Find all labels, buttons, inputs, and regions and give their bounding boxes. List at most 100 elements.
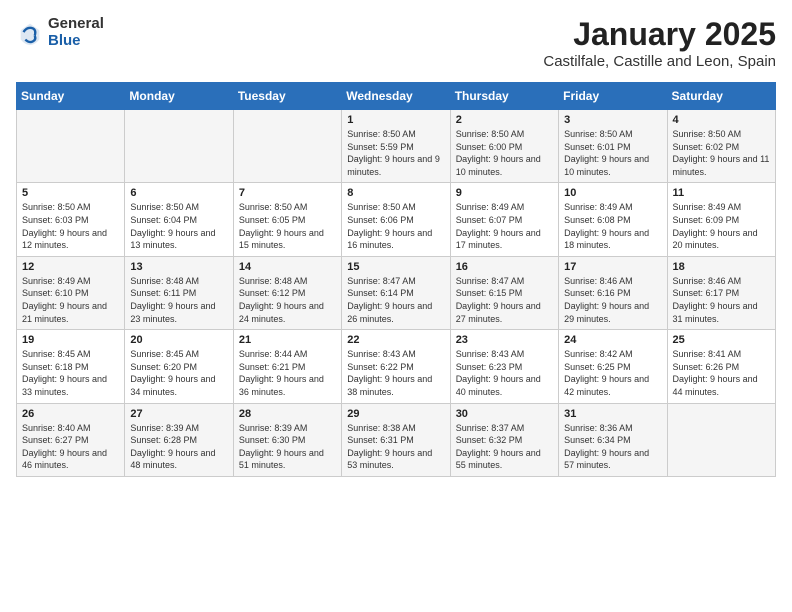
day-cell: 30Sunrise: 8:37 AMSunset: 6:32 PMDayligh… <box>450 403 558 476</box>
day-number: 24 <box>564 334 661 346</box>
day-cell: 24 Sunrise: 8:42 AMSunset: 6:25 PMDayligh… <box>559 330 667 403</box>
day-cell: 13 Sunrise: 8:48 AMSunset: 6:11 PMDayligh… <box>125 256 233 329</box>
day-info: Sunrise: 8:50 AMSunset: 6:02 PMDaylight:… <box>673 128 770 178</box>
day-cell: 16Sunrise: 8:47 AMSunset: 6:15 PMDayligh… <box>450 256 558 329</box>
day-number: 15 <box>347 261 444 273</box>
day-info: Sunrise: 8:50 AMSunset: 5:59 PMDaylight:… <box>347 128 444 178</box>
day-info: Sunrise: 8:48 AMSunset: 6:11 PMDaylight:… <box>130 275 227 325</box>
day-number: 22 <box>347 334 444 346</box>
day-cell: 31Sunrise: 8:36 AMSunset: 6:34 PMDayligh… <box>559 403 667 476</box>
day-info: Sunrise: 8:49 AMSunset: 6:08 PMDaylight:… <box>564 201 661 251</box>
day-number: 18 <box>673 261 770 273</box>
day-number: 17 <box>564 261 661 273</box>
day-info: Sunrise: 8:42 AMSunset: 6:25 PMDaylight:… <box>564 348 661 398</box>
day-cell <box>125 110 233 183</box>
day-number: 6 <box>130 187 227 199</box>
day-cell: 28 Sunrise: 8:39 AMSunset: 6:30 PMDayligh… <box>233 403 341 476</box>
week-row-5: 26Sunrise: 8:40 AMSunset: 6:27 PMDayligh… <box>17 403 776 476</box>
day-cell: 11 Sunrise: 8:49 AMSunset: 6:09 PMDayligh… <box>667 183 775 256</box>
day-info: Sunrise: 8:48 AMSunset: 6:12 PMDaylight:… <box>239 275 336 325</box>
month-title: January 2025 <box>543 16 776 53</box>
day-number: 31 <box>564 408 661 420</box>
day-cell: 25 Sunrise: 8:41 AMSunset: 6:26 PMDayligh… <box>667 330 775 403</box>
week-row-2: 5 Sunrise: 8:50 AMSunset: 6:03 PMDaylight… <box>17 183 776 256</box>
day-cell: 23Sunrise: 8:43 AMSunset: 6:23 PMDayligh… <box>450 330 558 403</box>
day-info: Sunrise: 8:37 AMSunset: 6:32 PMDaylight:… <box>456 422 553 472</box>
weekday-header-tuesday: Tuesday <box>233 83 341 110</box>
day-cell: 17 Sunrise: 8:46 AMSunset: 6:16 PMDayligh… <box>559 256 667 329</box>
day-info: Sunrise: 8:39 AMSunset: 6:30 PMDaylight:… <box>239 422 336 472</box>
day-info: Sunrise: 8:50 AMSunset: 6:06 PMDaylight:… <box>347 201 444 251</box>
day-number: 8 <box>347 187 444 199</box>
day-info: Sunrise: 8:45 AMSunset: 6:20 PMDaylight:… <box>130 348 227 398</box>
day-info: Sunrise: 8:44 AMSunset: 6:21 PMDaylight:… <box>239 348 336 398</box>
day-cell: 8 Sunrise: 8:50 AMSunset: 6:06 PMDaylight… <box>342 183 450 256</box>
day-number: 28 <box>239 408 336 420</box>
day-cell: 27Sunrise: 8:39 AMSunset: 6:28 PMDayligh… <box>125 403 233 476</box>
day-number: 2 <box>456 114 553 126</box>
day-info: Sunrise: 8:46 AMSunset: 6:16 PMDaylight:… <box>564 275 661 325</box>
day-cell <box>667 403 775 476</box>
day-number: 29 <box>347 408 444 420</box>
day-info: Sunrise: 8:45 AMSunset: 6:18 PMDaylight:… <box>22 348 119 398</box>
day-number: 21 <box>239 334 336 346</box>
day-number: 23 <box>456 334 553 346</box>
day-cell: 10 Sunrise: 8:49 AMSunset: 6:08 PMDayligh… <box>559 183 667 256</box>
day-info: Sunrise: 8:50 AMSunset: 6:04 PMDaylight:… <box>130 201 227 251</box>
day-number: 10 <box>564 187 661 199</box>
day-cell: 6 Sunrise: 8:50 AMSunset: 6:04 PMDaylight… <box>125 183 233 256</box>
day-info: Sunrise: 8:50 AMSunset: 6:05 PMDaylight:… <box>239 201 336 251</box>
day-info: Sunrise: 8:38 AMSunset: 6:31 PMDaylight:… <box>347 422 444 472</box>
day-cell: 21 Sunrise: 8:44 AMSunset: 6:21 PMDayligh… <box>233 330 341 403</box>
week-row-4: 19Sunrise: 8:45 AMSunset: 6:18 PMDayligh… <box>17 330 776 403</box>
day-number: 12 <box>22 261 119 273</box>
day-info: Sunrise: 8:49 AMSunset: 6:09 PMDaylight:… <box>673 201 770 251</box>
weekday-header-saturday: Saturday <box>667 83 775 110</box>
day-info: Sunrise: 8:39 AMSunset: 6:28 PMDaylight:… <box>130 422 227 472</box>
day-number: 1 <box>347 114 444 126</box>
day-info: Sunrise: 8:49 AMSunset: 6:10 PMDaylight:… <box>22 275 119 325</box>
header: General Blue January 2025 Castilfale, Ca… <box>16 16 776 70</box>
day-cell: 2 Sunrise: 8:50 AMSunset: 6:00 PMDaylight… <box>450 110 558 183</box>
day-info: Sunrise: 8:50 AMSunset: 6:03 PMDaylight:… <box>22 201 119 251</box>
day-number: 3 <box>564 114 661 126</box>
logo-icon <box>16 19 44 47</box>
day-cell: 18 Sunrise: 8:46 AMSunset: 6:17 PMDayligh… <box>667 256 775 329</box>
weekday-header-row: SundayMondayTuesdayWednesdayThursdayFrid… <box>17 83 776 110</box>
logo-general-text: General <box>48 16 104 33</box>
weekday-header-friday: Friday <box>559 83 667 110</box>
day-cell: 14 Sunrise: 8:48 AMSunset: 6:12 PMDayligh… <box>233 256 341 329</box>
logo-blue-text: Blue <box>48 33 104 50</box>
day-info: Sunrise: 8:47 AMSunset: 6:15 PMDaylight:… <box>456 275 553 325</box>
day-cell: 4Sunrise: 8:50 AMSunset: 6:02 PMDaylight… <box>667 110 775 183</box>
day-info: Sunrise: 8:46 AMSunset: 6:17 PMDaylight:… <box>673 275 770 325</box>
day-cell <box>17 110 125 183</box>
day-number: 25 <box>673 334 770 346</box>
week-row-1: 1 Sunrise: 8:50 AMSunset: 5:59 PMDaylight… <box>17 110 776 183</box>
day-cell: 5 Sunrise: 8:50 AMSunset: 6:03 PMDaylight… <box>17 183 125 256</box>
title-area: January 2025 Castilfale, Castille and Le… <box>543 16 776 70</box>
day-cell <box>233 110 341 183</box>
day-number: 11 <box>673 187 770 199</box>
week-row-3: 12 Sunrise: 8:49 AMSunset: 6:10 PMDayligh… <box>17 256 776 329</box>
weekday-header-monday: Monday <box>125 83 233 110</box>
day-cell: 29 Sunrise: 8:38 AMSunset: 6:31 PMDayligh… <box>342 403 450 476</box>
logo-text: General Blue <box>48 16 104 49</box>
day-number: 14 <box>239 261 336 273</box>
day-cell: 22 Sunrise: 8:43 AMSunset: 6:22 PMDayligh… <box>342 330 450 403</box>
day-info: Sunrise: 8:50 AMSunset: 6:00 PMDaylight:… <box>456 128 553 178</box>
day-info: Sunrise: 8:47 AMSunset: 6:14 PMDaylight:… <box>347 275 444 325</box>
day-cell: 12 Sunrise: 8:49 AMSunset: 6:10 PMDayligh… <box>17 256 125 329</box>
day-cell: 7Sunrise: 8:50 AMSunset: 6:05 PMDaylight… <box>233 183 341 256</box>
day-number: 5 <box>22 187 119 199</box>
day-number: 26 <box>22 408 119 420</box>
weekday-header-sunday: Sunday <box>17 83 125 110</box>
day-cell: 1 Sunrise: 8:50 AMSunset: 5:59 PMDaylight… <box>342 110 450 183</box>
day-cell: 19Sunrise: 8:45 AMSunset: 6:18 PMDayligh… <box>17 330 125 403</box>
location-title: Castilfale, Castille and Leon, Spain <box>543 53 776 70</box>
day-cell: 3Sunrise: 8:50 AMSunset: 6:01 PMDaylight… <box>559 110 667 183</box>
day-number: 13 <box>130 261 227 273</box>
day-info: Sunrise: 8:41 AMSunset: 6:26 PMDaylight:… <box>673 348 770 398</box>
day-info: Sunrise: 8:43 AMSunset: 6:22 PMDaylight:… <box>347 348 444 398</box>
day-cell: 9Sunrise: 8:49 AMSunset: 6:07 PMDaylight… <box>450 183 558 256</box>
